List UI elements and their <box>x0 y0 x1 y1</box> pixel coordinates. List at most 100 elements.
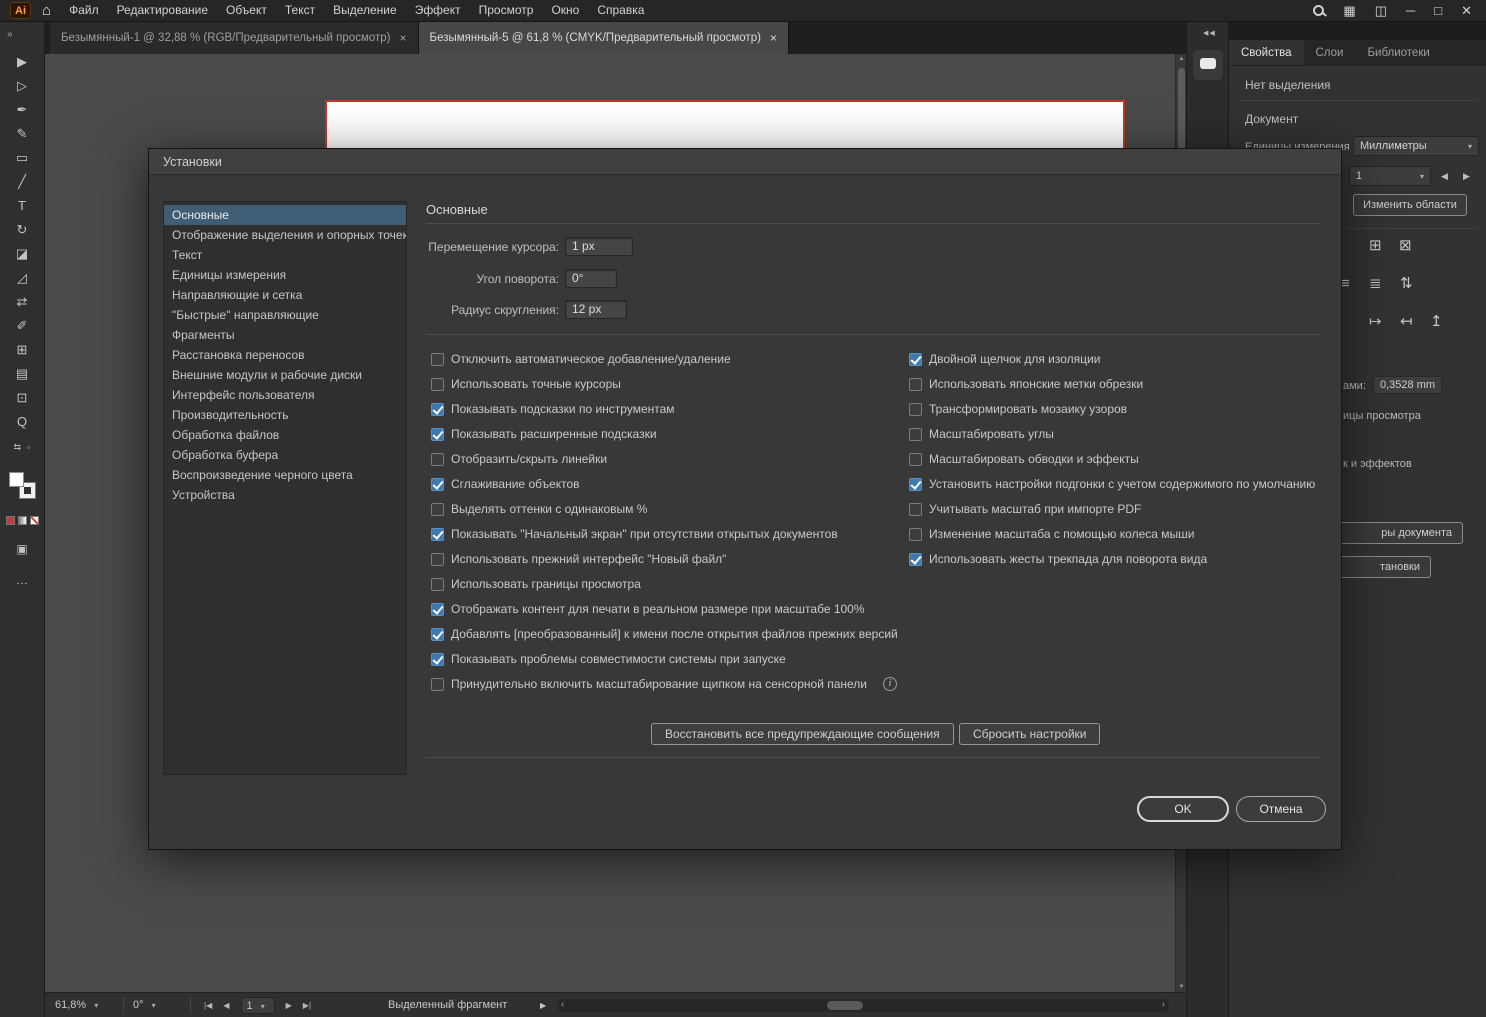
next-artboard-icon[interactable]: ▶ <box>1463 171 1470 182</box>
checkbox-transform-pattern-tiles[interactable]: Трансформировать мозаику узоров <box>909 401 1127 417</box>
status-indicator[interactable]: Выделенный фрагмент <box>388 993 507 1017</box>
reset-warnings-button[interactable]: Восстановить все предупреждающие сообщен… <box>651 723 954 745</box>
prefs-nav-devices[interactable]: Устройства <box>164 485 406 505</box>
status-menu-icon[interactable]: ▶ <box>540 993 546 1017</box>
arrange-documents-icon[interactable]: ▦ <box>1343 0 1355 22</box>
last-artboard-icon[interactable]: ▶| <box>303 993 311 1017</box>
margin-right-icon[interactable]: ↦ <box>1369 314 1382 330</box>
document-tab-1[interactable]: Безымянный-1 @ 32,88 % (RGB/Предваритель… <box>50 22 419 54</box>
scale-tool[interactable]: ◿ <box>0 270 45 285</box>
guides-icon[interactable]: ≣ <box>1369 276 1382 292</box>
fill-stroke-control[interactable] <box>9 472 36 499</box>
toolbar-collapse-icon[interactable]: » <box>7 29 13 40</box>
checkbox-zoom-with-mouse-wheel[interactable]: Изменение масштаба с помощью колеса мыши <box>909 526 1194 542</box>
checkbox-trackpad-gestures[interactable]: Использовать жесты трекпада для поворота… <box>909 551 1207 567</box>
shape-builder-tool[interactable]: ⊞ <box>0 342 45 357</box>
prefs-nav-slices[interactable]: Фрагменты <box>164 325 406 345</box>
gradient-mode-icon[interactable] <box>17 516 27 525</box>
fill-swatch[interactable] <box>9 472 24 487</box>
prefs-nav-black-appearance[interactable]: Воспроизведение черного цвета <box>164 465 406 485</box>
constrain-angle-input[interactable]: 0° <box>565 269 617 288</box>
checkbox-scale-corners[interactable]: Масштабировать углы <box>909 426 1054 442</box>
checkbox-true-print-size[interactable]: Отображать контент для печати в реальном… <box>431 601 865 617</box>
first-artboard-icon[interactable]: |◀ <box>204 993 212 1017</box>
menu-edit[interactable]: Редактирование <box>108 0 217 22</box>
units-dropdown[interactable]: Миллиметры ▾ <box>1353 136 1479 156</box>
artboard-number-combo[interactable]: 1 ▾ <box>240 996 275 1014</box>
menu-effect[interactable]: Эффект <box>406 0 470 22</box>
prefs-nav-file-handling[interactable]: Обработка файлов <box>164 425 406 445</box>
scroll-down-icon[interactable]: ▼ <box>1176 984 1187 990</box>
scroll-left-icon[interactable]: ‹ <box>561 999 564 1012</box>
checkbox-japanese-crop-marks[interactable]: Использовать японские метки обрезки <box>909 376 1143 392</box>
comments-panel-button[interactable] <box>1193 50 1223 80</box>
swap-axes-icon[interactable]: ⇅ <box>1400 276 1413 292</box>
home-icon[interactable]: ⌂ <box>42 2 51 19</box>
direct-selection-tool[interactable]: ▷ <box>0 78 45 93</box>
scroll-up-icon[interactable]: ▲ <box>1176 56 1187 62</box>
expand-panels-icon[interactable]: ◀◀ <box>1203 29 1216 37</box>
rotation-control[interactable]: 0° ▾ <box>133 993 156 1017</box>
checkbox-rich-tooltips[interactable]: Показывать расширенные подсказки <box>431 426 657 442</box>
checkbox-show-hide-rulers[interactable]: Отобразить/скрыть линейки <box>431 451 607 467</box>
minimize-window-icon[interactable]: ─ <box>1406 0 1415 22</box>
checkbox-precise-cursors[interactable]: Использовать точные курсоры <box>431 376 621 392</box>
checkbox-show-tool-tips[interactable]: Показывать подсказки по инструментам <box>431 401 675 417</box>
checkbox-preview-bounds[interactable]: Использовать границы просмотра <box>431 576 641 592</box>
type-tool[interactable]: T <box>0 198 45 213</box>
draw-mode-icon[interactable]: ▣ <box>16 542 27 556</box>
color-mode-icon[interactable] <box>5 516 15 525</box>
reset-preferences-button[interactable]: Сбросить настройки <box>959 723 1101 745</box>
maximize-window-icon[interactable]: □ <box>1434 0 1442 22</box>
next-artboard-icon[interactable]: ▶ <box>286 993 292 1017</box>
info-icon[interactable]: i <box>883 677 898 691</box>
previous-artboard-icon[interactable]: ◀ <box>223 993 229 1017</box>
artboard-select-dropdown[interactable]: 1 ▾ <box>1349 166 1431 186</box>
workspace-switcher-icon[interactable]: ◫ <box>1375 0 1387 22</box>
menu-select[interactable]: Выделение <box>324 0 406 22</box>
zoom-tool[interactable]: Q <box>0 414 45 429</box>
checkbox-disable-auto-add-delete[interactable]: Отключить автоматическое добавление/удал… <box>431 351 731 367</box>
prefs-nav-general[interactable]: Основные <box>164 205 406 225</box>
prefs-nav-performance[interactable]: Производительность <box>164 405 406 425</box>
checkbox-double-click-isolate[interactable]: Двойной щелчок для изоляции <box>909 351 1100 367</box>
prefs-nav-plugins-disks[interactable]: Внешние модули и рабочие диски <box>164 365 406 385</box>
tab-libraries[interactable]: Библиотеки <box>1355 40 1441 65</box>
dialog-title[interactable]: Установки <box>149 149 1341 175</box>
pen-tool[interactable]: ✒ <box>0 102 45 117</box>
menu-file[interactable]: Файл <box>60 0 108 22</box>
zoom-control[interactable]: 61,8% ▾ <box>55 993 98 1017</box>
gradient-tool[interactable]: ▤ <box>0 366 45 381</box>
checkbox-system-compatibility[interactable]: Показывать проблемы совместимости систем… <box>431 651 786 667</box>
checkbox-content-aware-defaults[interactable]: Установить настройки подгонки с учетом с… <box>909 476 1315 492</box>
grid-cross-icon[interactable]: ⊠ <box>1399 238 1412 254</box>
swap-view-icon[interactable]: ⇆ <box>14 442 22 453</box>
menu-help[interactable]: Справка <box>588 0 653 22</box>
tab-layers[interactable]: Слои <box>1304 40 1356 65</box>
prefs-nav-user-interface[interactable]: Интерфейс пользователя <box>164 385 406 405</box>
eraser-tool[interactable]: ◪ <box>0 246 45 261</box>
search-icon[interactable] <box>1313 5 1325 16</box>
ok-button[interactable]: OK <box>1137 796 1229 822</box>
toolbar-more-icon[interactable]: … <box>16 573 28 587</box>
menu-object[interactable]: Объект <box>217 0 276 22</box>
menu-view[interactable]: Просмотр <box>470 0 543 22</box>
keyboard-increment-input[interactable]: 1 px <box>565 237 633 256</box>
previous-artboard-icon[interactable]: ◀ <box>1441 171 1448 182</box>
curvature-tool[interactable]: ✎ <box>0 126 45 141</box>
cancel-button[interactable]: Отмена <box>1236 796 1326 822</box>
grid-icon[interactable]: ⊞ <box>1369 238 1382 254</box>
checkbox-anti-aliased-artwork[interactable]: Сглаживание объектов <box>431 476 580 492</box>
checkbox-force-pinch-zoom[interactable]: Принудительно включить масштабирование щ… <box>431 676 898 692</box>
checkbox-scale-strokes-effects[interactable]: Масштабировать обводки и эффекты <box>909 451 1139 467</box>
checkbox-honor-scale-pdf[interactable]: Учитывать масштаб при импорте PDF <box>909 501 1141 517</box>
horizontal-scroll-thumb[interactable] <box>827 1001 863 1010</box>
line-tool[interactable]: ╱ <box>0 174 45 189</box>
tab-close-icon[interactable]: × <box>400 31 407 45</box>
margin-top-icon[interactable]: ↥ <box>1430 314 1443 330</box>
rectangle-tool[interactable]: ▭ <box>0 150 45 165</box>
edit-artboards-button[interactable]: Изменить области <box>1353 194 1467 216</box>
eyedropper-tool[interactable]: ✐ <box>0 318 45 333</box>
illustrator-logo-icon[interactable]: Ai <box>10 2 31 19</box>
vertical-scroll-thumb[interactable] <box>1178 68 1185 150</box>
